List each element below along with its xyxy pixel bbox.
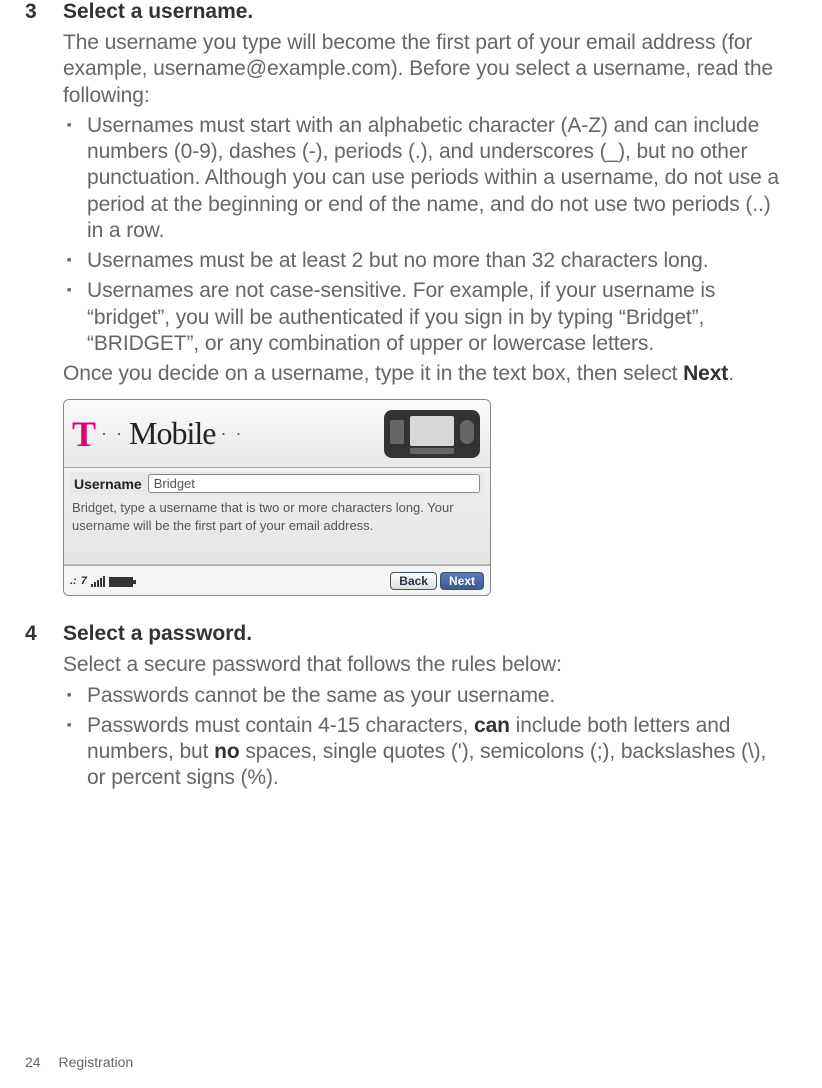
network-icon: 7 xyxy=(81,575,87,587)
step-number: 4 xyxy=(25,622,45,795)
screenshot-body: Username Bridget Bridget, type a usernam… xyxy=(64,468,490,565)
logo-mobile-text: Mobile xyxy=(129,415,215,452)
b2-pre: Passwords must contain 4-15 characters, xyxy=(87,714,474,737)
signal-bars-icon xyxy=(91,576,105,587)
step-4: 4 Select a password. Select a secure pas… xyxy=(25,622,782,795)
step-body: Select a password. Select a secure passw… xyxy=(63,622,782,795)
username-field-row: Username Bridget xyxy=(70,472,484,495)
step-title: Select a username. xyxy=(63,0,782,24)
username-input[interactable]: Bridget xyxy=(148,474,480,493)
tmobile-logo: T · · Mobile · · xyxy=(72,413,246,455)
step-3: 3 Select a username. The username you ty… xyxy=(25,0,782,616)
battery-icon xyxy=(109,577,133,587)
screenshot-footer: .: 7 Back Next xyxy=(64,565,490,595)
username-label: Username xyxy=(74,476,142,492)
next-button[interactable]: Next xyxy=(440,572,484,590)
step3-intro: The username you type will become the fi… xyxy=(63,30,782,109)
bullet-item: Passwords cannot be the same as your use… xyxy=(63,683,782,709)
screenshot-buttons: Back Next xyxy=(390,572,484,590)
step3-bullets: Usernames must start with an alphabetic … xyxy=(63,113,782,357)
outro-pre: Once you decide on a username, type it i… xyxy=(63,362,683,385)
bullet-item: Usernames must start with an alphabetic … xyxy=(63,113,782,244)
step3-outro: Once you decide on a username, type it i… xyxy=(63,361,782,387)
bullet-item: Usernames must be at least 2 but no more… xyxy=(63,248,782,274)
step-title: Select a password. xyxy=(63,622,782,646)
username-hint: Bridget, type a username that is two or … xyxy=(70,495,484,564)
logo-dots-icon: · · xyxy=(220,423,243,444)
screenshot-header: T · · Mobile · · xyxy=(64,400,490,468)
logo-dots-icon: · · xyxy=(101,423,124,444)
step4-bullets: Passwords cannot be the same as your use… xyxy=(63,683,782,792)
step-body: Select a username. The username you type… xyxy=(63,0,782,616)
page-footer: 24 Registration xyxy=(25,1054,133,1070)
step-number: 3 xyxy=(25,0,45,616)
b2-bold2: no xyxy=(214,740,239,763)
signal-dots-icon: .: xyxy=(70,575,77,587)
step4-intro: Select a secure password that follows th… xyxy=(63,652,782,678)
outro-post: . xyxy=(728,362,734,385)
device-screenshot: T · · Mobile · · Username Bridget xyxy=(63,399,491,596)
logo-t-icon: T xyxy=(72,413,96,455)
b2-bold1: can xyxy=(474,714,510,737)
bullet-item: Passwords must contain 4-15 characters, … xyxy=(63,713,782,792)
bullet-item: Usernames are not case-sensitive. For ex… xyxy=(63,278,782,357)
outro-bold: Next xyxy=(683,362,728,385)
device-illustration-icon xyxy=(382,406,482,462)
page-number: 24 xyxy=(25,1054,41,1070)
status-icons: .: 7 xyxy=(70,575,133,587)
back-button[interactable]: Back xyxy=(390,572,437,590)
section-name: Registration xyxy=(58,1054,133,1070)
